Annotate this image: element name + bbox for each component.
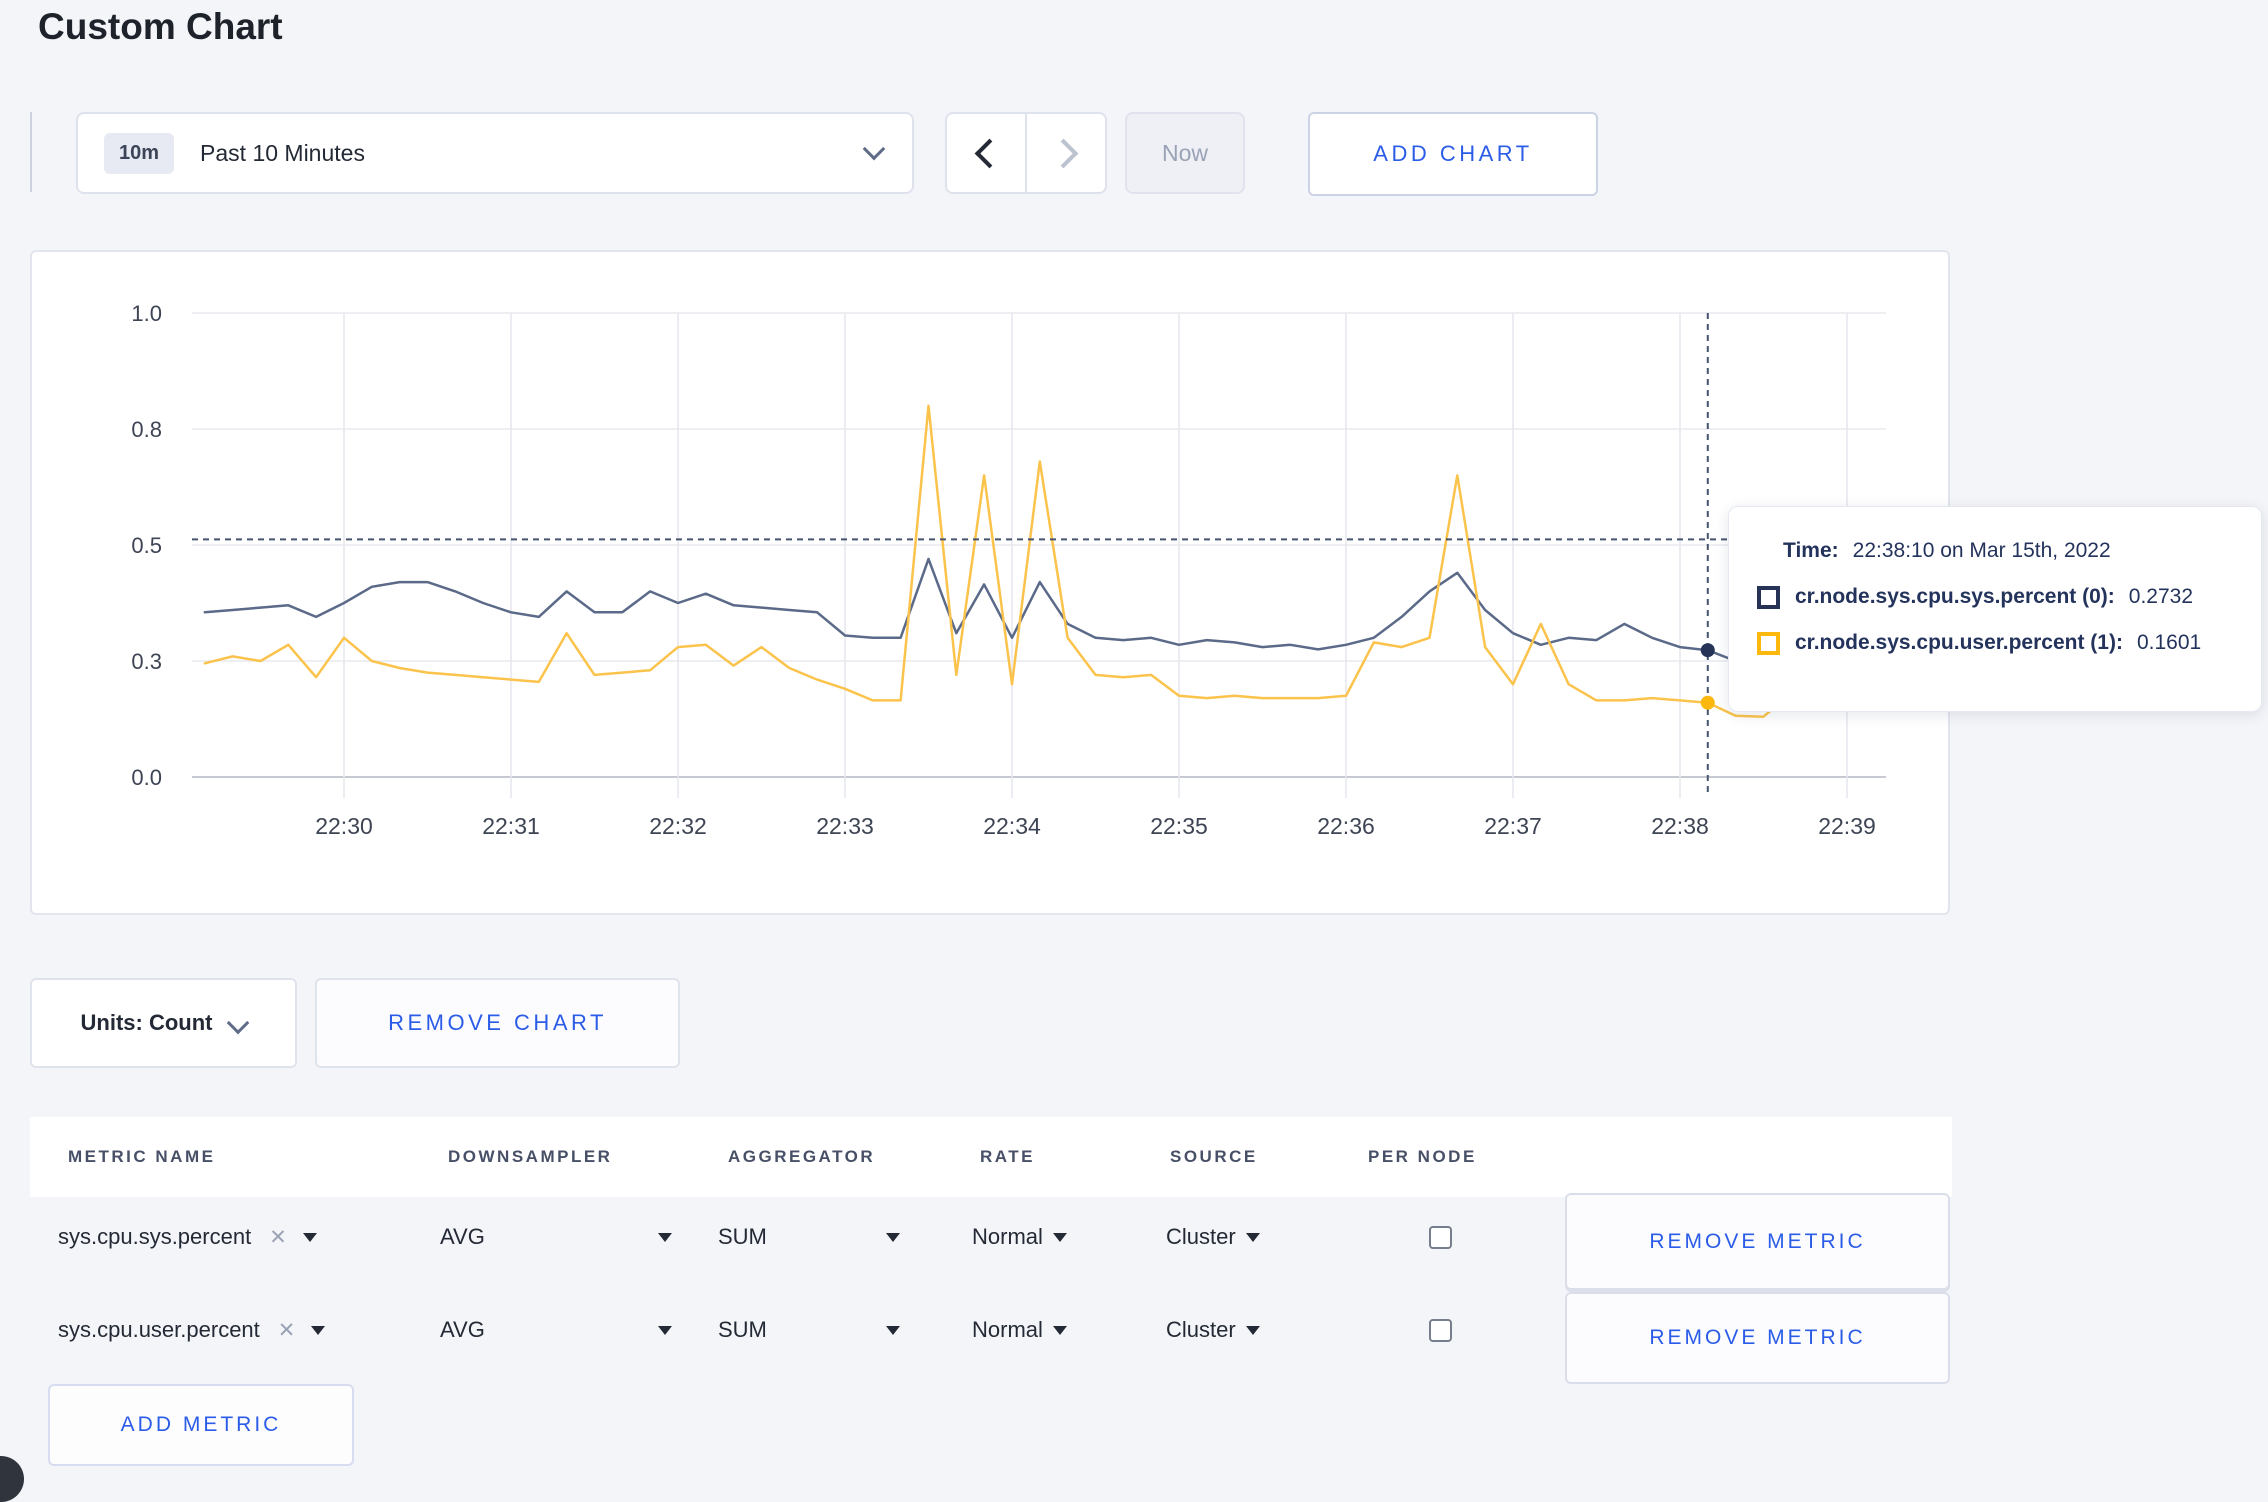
svg-text:0.0: 0.0 — [131, 765, 162, 790]
tooltip-series-row: cr.node.sys.cpu.sys.percent (0): 0.2732 — [1757, 585, 2261, 609]
svg-text:22:35: 22:35 — [1150, 813, 1208, 839]
chevron-down-icon — [862, 137, 886, 161]
tooltip-user-value: 0.1601 — [2136, 631, 2202, 654]
svg-text:0.5: 0.5 — [131, 533, 162, 558]
clear-metric-icon[interactable]: ✕ — [269, 1225, 287, 1250]
dropdown-arrow-icon — [1052, 1232, 1067, 1242]
svg-text:22:31: 22:31 — [482, 813, 540, 839]
add-metric-label: ADD METRIC — [120, 1413, 282, 1436]
svg-text:1.0: 1.0 — [131, 301, 162, 326]
dropdown-arrow-icon — [886, 1232, 900, 1242]
dropdown-arrow-icon — [886, 1325, 900, 1335]
dropdown-arrow-icon — [1245, 1232, 1260, 1242]
col-header-rate: RATE — [980, 1147, 1036, 1166]
downsampler-select[interactable]: AVG — [440, 1304, 672, 1356]
per-node-checkbox[interactable] — [1428, 1318, 1452, 1342]
time-nav-group — [945, 112, 1107, 194]
rate-select[interactable]: Normal — [972, 1304, 1067, 1356]
dropdown-arrow-icon — [311, 1325, 326, 1335]
metric-name-value: sys.cpu.user.percent — [58, 1317, 260, 1342]
dropdown-arrow-icon — [302, 1232, 317, 1242]
remove-chart-button[interactable]: REMOVE CHART — [315, 978, 680, 1068]
units-label: Units: Count — [80, 1010, 213, 1035]
page-title: Custom Chart — [38, 6, 283, 47]
dropdown-arrow-icon — [1245, 1325, 1260, 1335]
metric-name-select[interactable]: sys.cpu.sys.percent ✕ — [58, 1211, 317, 1263]
toolbar-divider — [30, 112, 32, 192]
svg-text:22:37: 22:37 — [1484, 813, 1542, 839]
add-metric-button[interactable]: ADD METRIC — [48, 1384, 354, 1466]
remove-metric-button[interactable]: REMOVE METRIC — [1565, 1193, 1950, 1290]
time-range-badge: 10m — [104, 132, 175, 174]
source-value: Cluster — [1166, 1224, 1236, 1249]
metrics-table-header: METRIC NAME DOWNSAMPLER AGGREGATOR RATE … — [30, 1117, 1952, 1197]
user-series-swatch-icon — [1757, 631, 1780, 655]
clear-metric-icon[interactable]: ✕ — [278, 1318, 296, 1343]
tooltip-user-label: cr.node.sys.cpu.user.percent (1): — [1795, 631, 2123, 654]
col-header-downsampler: DOWNSAMPLER — [448, 1147, 613, 1166]
sys-series-swatch-icon — [1757, 585, 1780, 609]
svg-text:22:33: 22:33 — [816, 813, 874, 839]
tooltip-time-value: 22:38:10 on Mar 15th, 2022 — [1852, 539, 2111, 562]
per-node-checkbox[interactable] — [1428, 1225, 1452, 1249]
chevron-right-icon — [1048, 138, 1078, 168]
add-chart-label: ADD CHART — [1373, 141, 1533, 166]
tooltip-sys-value: 0.2732 — [2128, 585, 2194, 608]
chevron-left-icon — [974, 138, 1004, 168]
source-select[interactable]: Cluster — [1166, 1304, 1260, 1356]
aggregator-value: SUM — [718, 1224, 767, 1249]
metric-name-value: sys.cpu.sys.percent — [58, 1224, 252, 1249]
tooltip-sys-label: cr.node.sys.cpu.sys.percent (0): — [1795, 585, 2115, 608]
dropdown-arrow-icon — [1052, 1325, 1067, 1335]
remove-metric-label: REMOVE METRIC — [1649, 1326, 1866, 1349]
downsampler-value: AVG — [440, 1224, 485, 1249]
prev-time-button[interactable] — [947, 114, 1025, 192]
col-header-source: SOURCE — [1170, 1147, 1258, 1166]
time-range-label: Past 10 Minutes — [200, 139, 365, 166]
svg-text:22:34: 22:34 — [983, 813, 1041, 839]
rate-value: Normal — [972, 1224, 1043, 1249]
aggregator-value: SUM — [718, 1317, 767, 1342]
col-header-metric-name: METRIC NAME — [68, 1147, 216, 1166]
add-chart-button[interactable]: ADD CHART — [1308, 112, 1598, 196]
aggregator-select[interactable]: SUM — [718, 1304, 900, 1356]
time-range-dropdown[interactable]: 10m Past 10 Minutes — [76, 112, 914, 194]
aggregator-select[interactable]: SUM — [718, 1211, 900, 1263]
now-button-label: Now — [1161, 139, 1208, 166]
corner-widget-sliver — [0, 1456, 24, 1502]
chart-card: 0.0 0.3 0.5 0.8 1.0 22:30 22:31 22:32 22:33 22:34… — [30, 250, 1950, 915]
chart-svg[interactable]: 0.0 0.3 0.5 0.8 1.0 22:30 22:31 22:32 22:33 22:34… — [32, 252, 1948, 913]
svg-text:0.3: 0.3 — [131, 649, 162, 674]
units-dropdown[interactable]: Units: Count — [30, 978, 297, 1068]
source-select[interactable]: Cluster — [1166, 1211, 1260, 1263]
svg-text:22:32: 22:32 — [649, 813, 707, 839]
svg-text:22:36: 22:36 — [1317, 813, 1375, 839]
dropdown-arrow-icon — [658, 1232, 672, 1242]
per-node-cell — [1424, 1304, 1456, 1356]
svg-text:22:38: 22:38 — [1651, 813, 1709, 839]
col-header-per-node: PER NODE — [1368, 1147, 1477, 1166]
rate-select[interactable]: Normal — [972, 1211, 1067, 1263]
tooltip-series-row: cr.node.sys.cpu.user.percent (1): 0.1601 — [1757, 631, 2261, 655]
downsampler-value: AVG — [440, 1317, 485, 1342]
next-time-button[interactable] — [1025, 114, 1105, 192]
source-value: Cluster — [1166, 1317, 1236, 1342]
chevron-down-icon — [227, 1011, 250, 1035]
tooltip-time-row: Time: 22:38:10 on Mar 15th, 2022 — [1783, 539, 2261, 563]
svg-text:22:30: 22:30 — [315, 813, 373, 839]
tooltip-time-label: Time: — [1783, 539, 1839, 562]
remove-metric-label: REMOVE METRIC — [1649, 1229, 1866, 1253]
dropdown-arrow-icon — [658, 1325, 672, 1335]
svg-text:0.8: 0.8 — [131, 417, 162, 442]
per-node-cell — [1424, 1211, 1456, 1263]
now-button[interactable]: Now — [1125, 112, 1245, 194]
remove-chart-label: REMOVE CHART — [388, 1010, 607, 1035]
svg-text:22:39: 22:39 — [1818, 813, 1876, 839]
rate-value: Normal — [972, 1317, 1043, 1342]
col-header-aggregator: AGGREGATOR — [728, 1147, 876, 1166]
chart-tooltip: Time: 22:38:10 on Mar 15th, 2022 cr.node… — [1728, 506, 2262, 712]
remove-metric-button[interactable]: REMOVE METRIC — [1565, 1292, 1950, 1384]
metric-name-select[interactable]: sys.cpu.user.percent ✕ — [58, 1304, 326, 1356]
downsampler-select[interactable]: AVG — [440, 1211, 672, 1263]
